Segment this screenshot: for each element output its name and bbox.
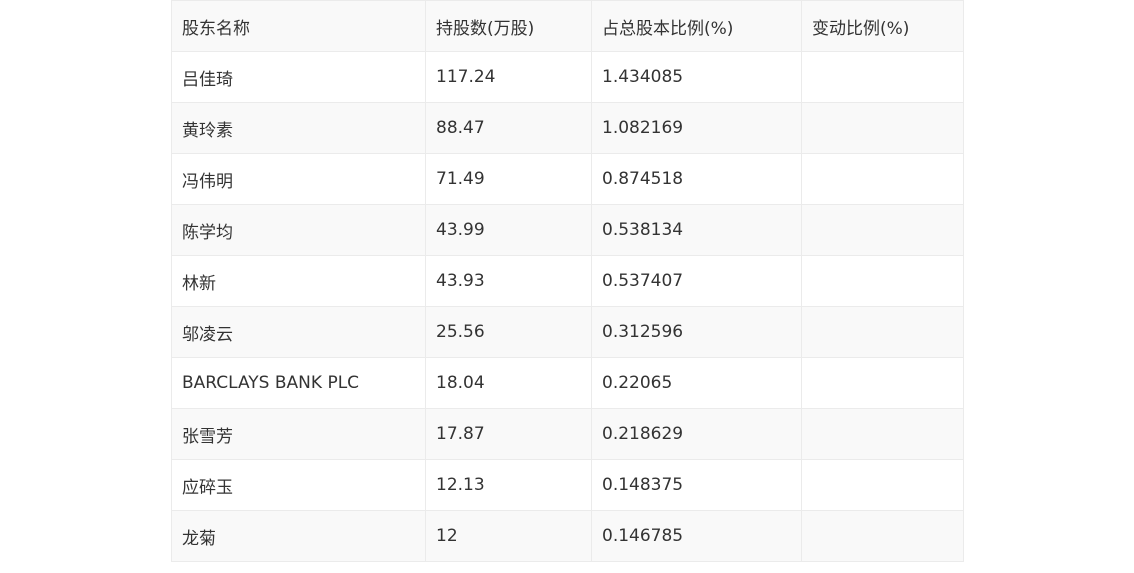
holder-name-cell: BARCLAYS BANK PLC — [171, 357, 426, 409]
header-shares: 持股数(万股) — [425, 0, 592, 52]
holder-name-cell: 龙菊 — [171, 510, 426, 562]
change-cell — [801, 102, 964, 154]
table-row: 吕佳琦 117.24 1.434085 — [171, 51, 964, 103]
holder-name-cell: 应碎玉 — [171, 459, 426, 511]
ratio-cell: 0.537407 — [591, 255, 802, 307]
holder-name-cell: 冯伟明 — [171, 153, 426, 205]
change-cell — [801, 510, 964, 562]
holder-name-cell: 吕佳琦 — [171, 51, 426, 103]
change-cell — [801, 306, 964, 358]
header-ratio: 占总股本比例(%) — [591, 0, 802, 52]
ratio-cell: 1.434085 — [591, 51, 802, 103]
table-row: BARCLAYS BANK PLC 18.04 0.22065 — [171, 357, 964, 409]
table-row: 林新 43.93 0.537407 — [171, 255, 964, 307]
table-header-row: 股东名称 持股数(万股) 占总股本比例(%) 变动比例(%) — [171, 0, 964, 52]
ratio-cell: 0.312596 — [591, 306, 802, 358]
header-holder-name: 股东名称 — [171, 0, 426, 52]
change-cell — [801, 255, 964, 307]
table-row: 冯伟明 71.49 0.874518 — [171, 153, 964, 205]
ratio-cell: 0.538134 — [591, 204, 802, 256]
shares-cell: 71.49 — [425, 153, 592, 205]
holder-name-cell: 黄玲素 — [171, 102, 426, 154]
ratio-cell: 0.146785 — [591, 510, 802, 562]
table-row: 陈学均 43.99 0.538134 — [171, 204, 964, 256]
change-cell — [801, 204, 964, 256]
table-row: 黄玲素 88.47 1.082169 — [171, 102, 964, 154]
ratio-cell: 0.874518 — [591, 153, 802, 205]
shares-cell: 117.24 — [425, 51, 592, 103]
ratio-cell: 0.148375 — [591, 459, 802, 511]
holder-name-cell: 林新 — [171, 255, 426, 307]
shares-cell: 18.04 — [425, 357, 592, 409]
holder-name-cell: 邬凌云 — [171, 306, 426, 358]
ratio-cell: 0.22065 — [591, 357, 802, 409]
table-row: 邬凌云 25.56 0.312596 — [171, 306, 964, 358]
change-cell — [801, 357, 964, 409]
table-row: 张雪芳 17.87 0.218629 — [171, 408, 964, 460]
shares-cell: 12.13 — [425, 459, 592, 511]
holder-name-cell: 陈学均 — [171, 204, 426, 256]
change-cell — [801, 459, 964, 511]
shares-cell: 25.56 — [425, 306, 592, 358]
shares-cell: 88.47 — [425, 102, 592, 154]
shareholders-table: 股东名称 持股数(万股) 占总股本比例(%) 变动比例(%) 吕佳琦 117.2… — [171, 0, 964, 562]
change-cell — [801, 51, 964, 103]
change-cell — [801, 408, 964, 460]
holder-name-cell: 张雪芳 — [171, 408, 426, 460]
shares-cell: 12 — [425, 510, 592, 562]
shares-cell: 43.99 — [425, 204, 592, 256]
table-row: 应碎玉 12.13 0.148375 — [171, 459, 964, 511]
change-cell — [801, 153, 964, 205]
ratio-cell: 1.082169 — [591, 102, 802, 154]
shares-cell: 43.93 — [425, 255, 592, 307]
ratio-cell: 0.218629 — [591, 408, 802, 460]
shares-cell: 17.87 — [425, 408, 592, 460]
table-row: 龙菊 12 0.146785 — [171, 510, 964, 562]
header-change: 变动比例(%) — [801, 0, 964, 52]
